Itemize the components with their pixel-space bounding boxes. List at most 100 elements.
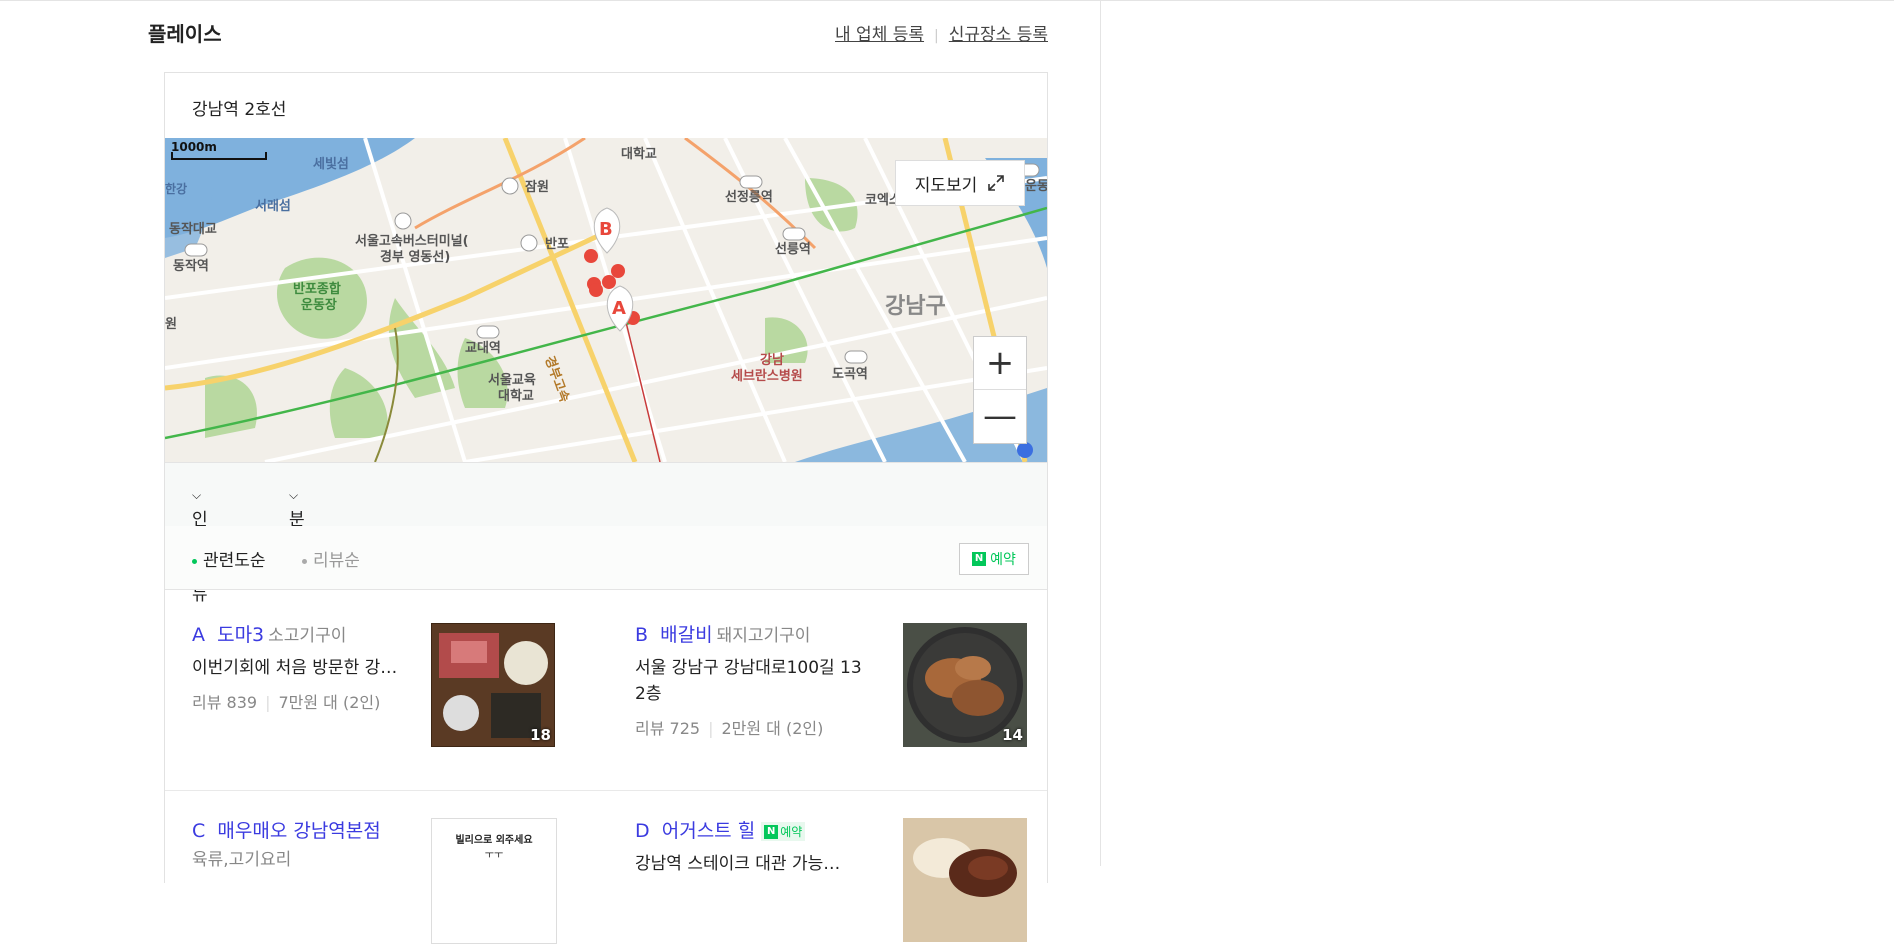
svg-text:A: A bbox=[612, 298, 626, 319]
place-letter: A bbox=[192, 624, 205, 646]
photo-count: 18 bbox=[530, 726, 551, 744]
expand-icon bbox=[988, 175, 1005, 191]
map-view[interactable]: 세빛섬 서래섬 동작대교 동작역 한강 잠원 반포 서울고속버스터미널( 경부 … bbox=[165, 138, 1047, 462]
map-label: 세브란스병원 bbox=[731, 368, 803, 384]
map-scale-bar bbox=[171, 152, 267, 160]
place-description: 이번기회에 처음 방문한 강… bbox=[192, 658, 398, 678]
sort-relevance[interactable]: 관련도순 bbox=[192, 546, 266, 571]
inactive-dot-icon bbox=[302, 558, 307, 564]
place-item: D 어거스트 힐 N 예약 강남역 스테이크 대관 가능… bbox=[635, 816, 865, 877]
map-label: 잠원 bbox=[525, 179, 549, 195]
svg-text:B: B bbox=[599, 219, 613, 240]
naver-n-icon: N bbox=[972, 552, 987, 566]
food-photo bbox=[903, 818, 1027, 942]
map-label: 동작대교 bbox=[169, 221, 217, 237]
map-label: 한강 bbox=[165, 181, 187, 196]
map-label: 운동장 bbox=[301, 297, 337, 313]
place-description: 서울 강남구 강남대로100길 13 2층 bbox=[635, 658, 862, 704]
photo-count: 14 bbox=[1002, 726, 1023, 744]
place-name: 어거스트 힐 bbox=[661, 820, 756, 842]
chevron-down-icon: ⌵ bbox=[192, 488, 202, 502]
active-dot-icon bbox=[192, 558, 197, 564]
place-thumbnail[interactable]: 14 bbox=[903, 623, 1027, 747]
sort-bar: 관련도순 리뷰순 N 예약 bbox=[165, 526, 1047, 590]
place-name-link[interactable]: B 배갈비 돼지고기구이 bbox=[635, 620, 865, 647]
map-label: 동작역 bbox=[173, 258, 209, 274]
places-panel: 강남역 2호선 세빛섬 서래섬 동작대교 동작역 한강 잠원 반포 서울고속버스… bbox=[164, 72, 1048, 944]
map-label: 서래섬 bbox=[255, 199, 291, 214]
map-label: 대학교 bbox=[621, 146, 657, 162]
place-letter: C bbox=[192, 820, 206, 842]
meta-separator: | bbox=[265, 693, 271, 712]
top-divider bbox=[0, 0, 1894, 1]
place-name-link[interactable]: A 도마3 소고기구이 bbox=[192, 620, 392, 647]
section-title: 플레이스 bbox=[148, 22, 222, 46]
places-header: 플레이스 내 업체 등록 | 신규장소 등록 bbox=[148, 18, 1048, 48]
reservation-badge-label: 예약 bbox=[780, 825, 803, 839]
zoom-in-button[interactable]: + bbox=[974, 337, 1026, 389]
map-label: 반포 bbox=[545, 236, 569, 252]
map-label: 세빛섬 bbox=[313, 157, 349, 172]
location-label: 강남역 2호선 bbox=[192, 100, 287, 120]
place-price: 7만원 대 (2인) bbox=[278, 693, 381, 712]
column-divider bbox=[1100, 0, 1101, 866]
reservation-filter-button[interactable]: N 예약 bbox=[959, 543, 1029, 575]
place-thumbnail[interactable]: 18 bbox=[431, 623, 555, 747]
place-thumbnail[interactable] bbox=[903, 818, 1027, 942]
register-business-link[interactable]: 내 업체 등록 bbox=[835, 25, 924, 45]
naver-n-icon: N bbox=[764, 824, 779, 839]
map-label: 대학교 bbox=[498, 388, 534, 404]
map-label: 강남 bbox=[760, 352, 784, 368]
map-label: 원 bbox=[165, 317, 177, 332]
place-meta: 리뷰 839 | 7만원 대 (2인) bbox=[192, 689, 392, 713]
place-reviews: 리뷰 839 bbox=[192, 693, 258, 712]
map-label: 교대역 bbox=[465, 340, 501, 356]
place-category: 돼지고기구이 bbox=[716, 626, 811, 646]
view-map-button[interactable]: 지도보기 bbox=[895, 160, 1025, 206]
place-meta: 리뷰 725 | 2만원 대 (2인) bbox=[635, 715, 865, 739]
map-label: 서울고속버스터미널( bbox=[355, 233, 469, 249]
register-place-link[interactable]: 신규장소 등록 bbox=[949, 25, 1048, 45]
view-map-label: 지도보기 bbox=[914, 175, 978, 196]
place-thumbnail[interactable]: 빌리으로 외주세요 ㅜㅜ bbox=[431, 818, 557, 944]
sort-relevance-label: 관련도순 bbox=[203, 551, 266, 571]
place-name: 배갈비 bbox=[660, 624, 713, 646]
place-item: B 배갈비 돼지고기구이 서울 강남구 강남대로100길 13 2층 리뷰 725… bbox=[635, 620, 865, 739]
place-item: A 도마3 소고기구이 이번기회에 처음 방문한 강… 리뷰 839 | 7만원 대 … bbox=[192, 620, 398, 713]
zoom-out-button[interactable]: — bbox=[974, 389, 1026, 442]
chevron-down-icon: ⌵ bbox=[289, 488, 299, 502]
link-separator: | bbox=[934, 28, 939, 44]
place-letter: B bbox=[635, 624, 649, 646]
map-label: 서울교육 bbox=[488, 372, 536, 388]
place-reviews: 리뷰 725 bbox=[635, 719, 701, 738]
sort-review-label: 리뷰순 bbox=[313, 551, 360, 571]
map-label: 운동 bbox=[1025, 179, 1047, 194]
map-label: 선릉역 bbox=[775, 241, 811, 257]
row-divider bbox=[165, 790, 1047, 791]
place-name: 도마3 bbox=[217, 624, 265, 646]
filter-bar: 인기메뉴 ⌵ 분위기 ⌵ bbox=[165, 462, 1047, 605]
zoom-controls: + — bbox=[973, 336, 1027, 444]
map-label: 경부 영동선) bbox=[380, 249, 450, 265]
meta-separator: | bbox=[708, 719, 714, 738]
place-letter: D bbox=[635, 820, 650, 842]
photo-emote: ㅜㅜ bbox=[484, 850, 504, 861]
map-label: 강남구 bbox=[885, 294, 946, 319]
map-label: 선정릉역 bbox=[725, 189, 773, 205]
reservation-label: 예약 bbox=[990, 552, 1016, 568]
sort-review[interactable]: 리뷰순 bbox=[302, 546, 360, 571]
place-category: 소고기구이 bbox=[268, 626, 347, 646]
place-name: 매우매오 강남역본점 bbox=[217, 820, 381, 842]
place-item: C 매우매오 강남역본점 육류,고기요리 bbox=[192, 816, 412, 873]
place-description: 강남역 스테이크 대관 가능… bbox=[635, 854, 841, 874]
map-label: 반포종합 bbox=[293, 281, 341, 297]
place-price: 2만원 대 (2인) bbox=[721, 719, 824, 738]
header-links: 내 업체 등록 | 신규장소 등록 bbox=[835, 20, 1048, 45]
reservation-badge: N 예약 bbox=[761, 822, 806, 841]
place-category: 육류,고기요리 bbox=[192, 850, 292, 870]
popular-menu-filter[interactable]: 인기메뉴 ⌵ bbox=[192, 484, 208, 605]
place-name-link[interactable]: D 어거스트 힐 N 예약 bbox=[635, 816, 865, 843]
atmosphere-filter[interactable]: 분위기 ⌵ bbox=[289, 484, 305, 580]
place-name-link[interactable]: C 매우매오 강남역본점 bbox=[192, 816, 412, 843]
map-label: 도곡역 bbox=[832, 366, 868, 382]
